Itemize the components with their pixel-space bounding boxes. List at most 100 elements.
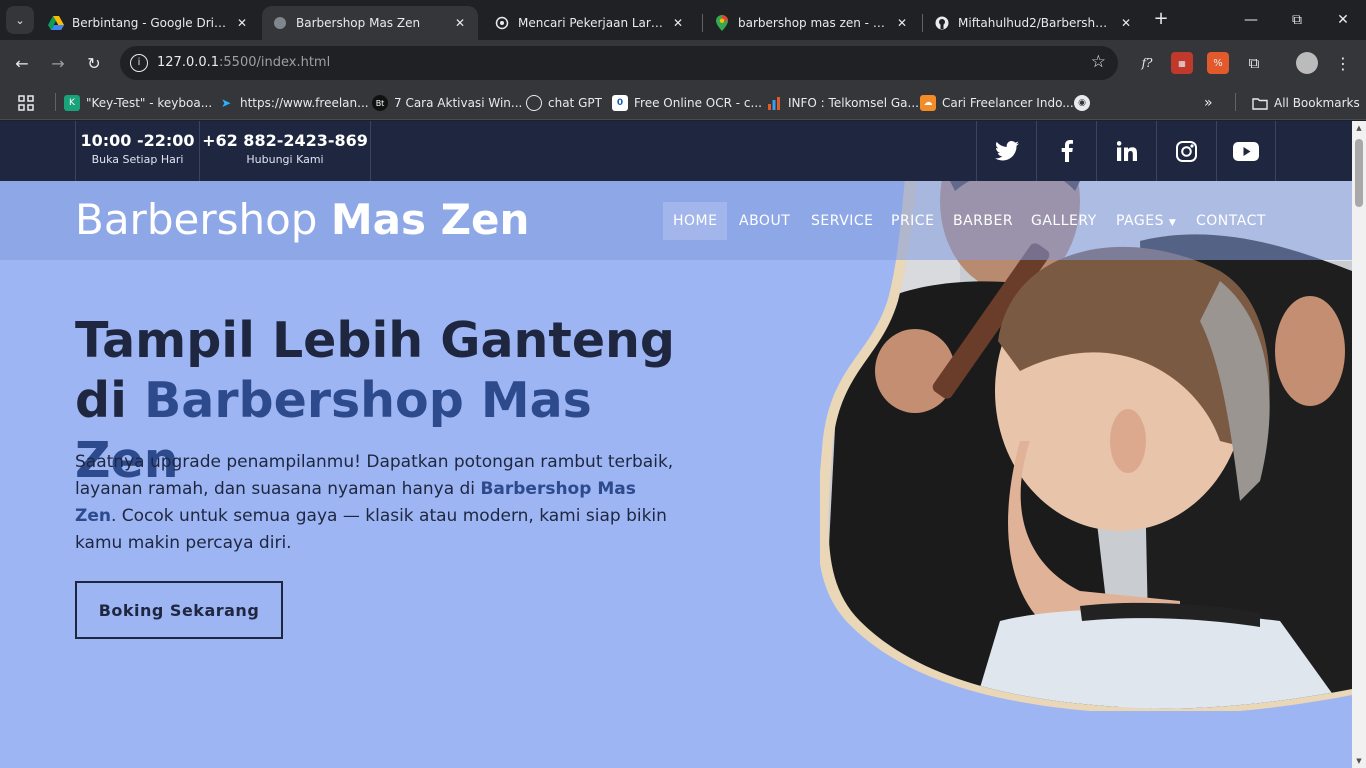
bookmark-item[interactable]: 0 Free Online OCR - c...: [612, 93, 762, 113]
facebook-link[interactable]: [1036, 121, 1096, 181]
page-scrollbar[interactable]: ▲ ▼: [1352, 121, 1366, 768]
top-info-bar: 10:00 -22:00 Buka Setiap Hari +62 882-24…: [0, 121, 1352, 181]
google-maps-icon: [714, 15, 730, 31]
nav-about[interactable]: ABOUT: [729, 202, 800, 240]
brand-light: Barbershop: [75, 195, 318, 244]
hero-title-line1: Tampil Lebih Ganteng: [75, 312, 676, 369]
bt-icon: Bt: [372, 95, 388, 111]
google-drive-icon: [48, 15, 64, 31]
booking-button[interactable]: Boking Sekarang: [75, 581, 283, 639]
minimize-button[interactable]: —: [1228, 0, 1274, 40]
font-extension-icon[interactable]: f?: [1136, 52, 1158, 74]
new-tab-button[interactable]: +: [1150, 8, 1172, 30]
close-icon[interactable]: ✕: [670, 16, 686, 30]
close-icon[interactable]: ✕: [1118, 16, 1134, 30]
minimize-icon: —: [1244, 12, 1258, 28]
brand-logo[interactable]: Barbershop Mas Zen: [75, 195, 529, 244]
bookmark-star-icon[interactable]: ☆: [1091, 52, 1106, 72]
close-icon: ✕: [1337, 12, 1349, 28]
bookmark-label: Free Online OCR - c...: [634, 96, 762, 110]
nav-home[interactable]: HOME: [663, 202, 728, 240]
extension-icon[interactable]: ▦: [1171, 52, 1193, 74]
hours-label: Buka Setiap Hari: [91, 153, 184, 166]
chart-icon: [766, 95, 782, 111]
kebab-menu-icon[interactable]: ⋮: [1332, 52, 1354, 74]
close-window-button[interactable]: ✕: [1320, 0, 1366, 40]
youtube-link[interactable]: [1216, 121, 1276, 181]
bookmark-label: INFO : Telkomsel Ga...: [788, 96, 919, 110]
tab-google-drive[interactable]: Berbintang - Google Drive ✕: [38, 6, 260, 40]
restore-button[interactable]: ⧉: [1274, 0, 1320, 40]
main-navbar: Barbershop Mas Zen HOME ABOUT SERVICE PR…: [0, 181, 1352, 260]
tab-title: Berbintang - Google Drive: [72, 16, 228, 30]
scrollbar-thumb[interactable]: [1355, 139, 1363, 207]
bookmark-label: https://www.freelan...: [240, 96, 369, 110]
linkedin-icon: [1116, 141, 1137, 161]
tab-title: Mencari Pekerjaan Laravel: [518, 16, 664, 30]
openai-icon: [526, 95, 542, 111]
linkedin-link[interactable]: [1096, 121, 1156, 181]
folder-icon: [1252, 95, 1268, 111]
projects-icon: ☁: [920, 95, 936, 111]
keytest-icon: K: [64, 95, 80, 111]
url-text[interactable]: 127.0.0.1:5500/index.html: [157, 55, 330, 70]
browser-toolbar: ← → ↻ i 127.0.0.1:5500/index.html ☆ f? ▦…: [0, 40, 1366, 86]
bookmark-label: Cari Freelancer Indo...: [942, 96, 1074, 110]
tab-search-button[interactable]: ⌄: [6, 6, 34, 34]
close-icon[interactable]: ✕: [452, 16, 468, 30]
back-button[interactable]: ←: [8, 49, 36, 77]
nav-price[interactable]: PRICE: [881, 202, 944, 240]
bookmark-item[interactable]: ◉: [1074, 93, 1096, 113]
twitter-link[interactable]: [976, 121, 1036, 181]
tab-title: barbershop mas zen - Google: [738, 16, 888, 30]
restore-icon: ⧉: [1292, 12, 1302, 28]
nav-contact[interactable]: CONTACT: [1186, 202, 1276, 240]
bookmark-item[interactable]: ➤ https://www.freelan...: [218, 93, 369, 113]
close-icon[interactable]: ✕: [894, 16, 910, 30]
scroll-down-icon[interactable]: ▼: [1355, 757, 1363, 765]
tab-title: Barbershop Mas Zen: [296, 16, 421, 30]
puzzle-icon[interactable]: ⧉: [1243, 52, 1265, 74]
bookmark-label: chat GPT: [548, 96, 602, 110]
info-icon[interactable]: i: [130, 54, 148, 72]
github-icon: [934, 15, 950, 31]
tab-laravel[interactable]: Mencari Pekerjaan Laravel ✕: [484, 6, 696, 40]
tab-separator: [922, 14, 923, 32]
phone-label: Hubungi Kami: [246, 153, 324, 166]
nav-gallery[interactable]: GALLERY: [1021, 202, 1107, 240]
address-bar[interactable]: i 127.0.0.1:5500/index.html ☆: [120, 46, 1118, 80]
instagram-link[interactable]: [1156, 121, 1216, 181]
page-viewport: 10:00 -22:00 Buka Setiap Hari +62 882-24…: [0, 121, 1352, 768]
tab-google-maps[interactable]: barbershop mas zen - Google ✕: [704, 6, 920, 40]
bookmark-item[interactable]: Bt 7 Cara Aktivasi Win...: [372, 93, 522, 113]
avatar[interactable]: [1296, 52, 1318, 74]
openai-icon: [494, 15, 510, 31]
apps-icon[interactable]: [18, 93, 34, 113]
nav-service[interactable]: SERVICE: [801, 202, 884, 240]
bookmark-item[interactable]: chat GPT: [526, 93, 602, 113]
tab-barbershop[interactable]: Barbershop Mas Zen ✕: [262, 6, 478, 40]
bookmark-item[interactable]: INFO : Telkomsel Ga...: [766, 93, 919, 113]
opening-hours: 10:00 -22:00 Buka Setiap Hari: [75, 121, 200, 181]
facebook-icon: [1061, 140, 1073, 162]
bookmark-item[interactable]: ☁ Cari Freelancer Indo...: [920, 93, 1074, 113]
all-bookmarks-button[interactable]: All Bookmarks: [1252, 93, 1360, 113]
bookmark-separator: [55, 93, 56, 111]
scroll-up-icon[interactable]: ▲: [1355, 124, 1363, 132]
tab-github[interactable]: Miftahulhud2/Barbershop-M ✕: [924, 6, 1144, 40]
nav-barber[interactable]: BARBER: [943, 202, 1023, 240]
extension-icon[interactable]: %: [1207, 52, 1229, 74]
youtube-icon: [1233, 141, 1259, 161]
bookmark-item[interactable]: K "Key-Test" - keyboa...: [64, 93, 212, 113]
reload-button[interactable]: ↻: [80, 49, 108, 77]
close-icon[interactable]: ✕: [234, 16, 250, 30]
arrow-right-icon: →: [51, 53, 65, 73]
forward-button[interactable]: →: [44, 49, 72, 77]
tab-strip: ⌄ Berbintang - Google Drive ✕ Barbershop…: [0, 0, 1366, 40]
nav-pages-dropdown[interactable]: PAGES ▼: [1106, 202, 1186, 240]
bookmarks-bar: K "Key-Test" - keyboa... ➤ https://www.f…: [0, 86, 1366, 120]
hours-value: 10:00 -22:00: [80, 131, 195, 150]
contact-phone[interactable]: +62 882-2423-869 Hubungi Kami: [199, 121, 371, 181]
bookmark-separator: [1235, 93, 1236, 111]
more-bookmarks-icon[interactable]: »: [1204, 93, 1213, 113]
